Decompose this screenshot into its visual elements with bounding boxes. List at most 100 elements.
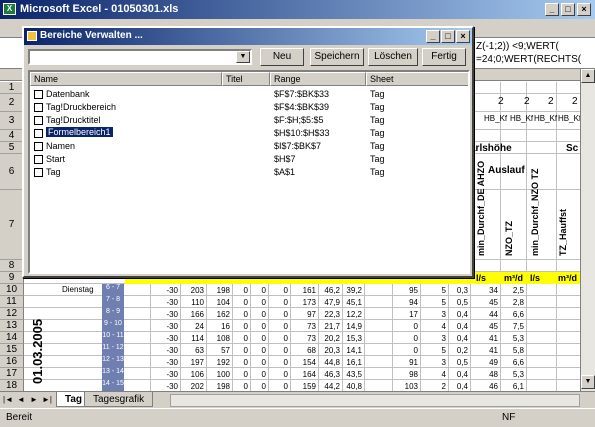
data-cell[interactable]: 95 [394, 286, 418, 295]
data-cell[interactable]: 0 [394, 322, 418, 331]
new-button[interactable]: Neu [260, 48, 304, 66]
data-cell[interactable]: 0,3 [444, 286, 468, 295]
data-cell[interactable]: 106 [180, 370, 204, 379]
row-header[interactable]: 15 [0, 344, 24, 356]
last-sheet-icon[interactable]: ►| [41, 394, 53, 406]
data-cell[interactable]: 98 [394, 370, 418, 379]
data-cell[interactable]: 0,4 [444, 334, 468, 343]
data-cell[interactable]: 5,3 [500, 334, 524, 343]
data-cell[interactable]: 6,6 [500, 310, 524, 319]
row-header[interactable]: 13 [0, 320, 24, 332]
data-cell[interactable]: 0,4 [444, 382, 468, 391]
data-cell[interactable]: 47,9 [316, 298, 340, 307]
row-header[interactable]: 3 [0, 112, 24, 130]
data-cell[interactable]: 45,1 [338, 298, 362, 307]
data-cell[interactable]: 159 [292, 382, 316, 391]
data-cell[interactable]: 0,2 [444, 346, 468, 355]
maximize-icon[interactable]: □ [561, 3, 575, 16]
data-cell[interactable]: -30 [154, 286, 178, 295]
data-cell[interactable]: 34 [474, 286, 498, 295]
data-cell[interactable]: 39,2 [338, 286, 362, 295]
scroll-up-icon[interactable]: ▲ [581, 69, 595, 83]
data-cell[interactable]: 46 [474, 382, 498, 391]
data-cell[interactable]: 154 [292, 358, 316, 367]
data-cell[interactable]: 45 [474, 298, 498, 307]
row-header[interactable]: 6 [0, 154, 24, 190]
data-cell[interactable]: 15,3 [338, 334, 362, 343]
range-dropdown[interactable]: ▼ [28, 49, 252, 65]
list-item[interactable]: Formelbereich1 $H$10:$H$33 Tag [30, 127, 468, 140]
data-cell[interactable]: 5,3 [500, 370, 524, 379]
vertical-scrollbar[interactable]: ▲ ▼ [580, 69, 595, 391]
data-cell[interactable]: 0 [264, 286, 288, 295]
data-cell[interactable]: 110 [180, 298, 204, 307]
data-cell[interactable]: 14,1 [338, 346, 362, 355]
data-cell[interactable]: 91 [394, 358, 418, 367]
data-cell[interactable]: 44,8 [316, 358, 340, 367]
horizontal-scrollbar[interactable] [170, 394, 580, 407]
data-cell[interactable]: 0,4 [444, 322, 468, 331]
minimize-icon[interactable]: _ [545, 3, 559, 16]
close-icon[interactable]: × [577, 3, 591, 16]
data-cell[interactable]: 0 [242, 286, 266, 295]
tab-tagesgrafik[interactable]: Tagesgrafik [84, 392, 154, 407]
done-button[interactable]: Fertig [422, 48, 466, 66]
data-cell[interactable]: 6,6 [500, 358, 524, 367]
data-cell[interactable]: 4 [422, 322, 446, 331]
data-cell[interactable]: 0 [264, 382, 288, 391]
data-cell[interactable]: 43,5 [338, 370, 362, 379]
data-cell[interactable]: -30 [154, 298, 178, 307]
data-cell[interactable]: 3 [422, 334, 446, 343]
col-sheet[interactable]: Sheet [366, 72, 468, 86]
data-cell[interactable]: 0 [264, 298, 288, 307]
data-cell[interactable]: 164 [292, 370, 316, 379]
data-cell[interactable]: 0 [264, 346, 288, 355]
list-item[interactable]: Tag!Drucktitel $F:$H;$5:$5 Tag [30, 114, 468, 127]
data-cell[interactable]: 49 [474, 358, 498, 367]
row-header[interactable]: 9 [0, 272, 24, 284]
data-cell[interactable]: 0 [242, 310, 266, 319]
data-cell[interactable]: 0 [242, 322, 266, 331]
checkbox[interactable] [34, 142, 43, 151]
data-cell[interactable]: 0 [394, 334, 418, 343]
data-cell[interactable]: 24 [180, 322, 204, 331]
save-button[interactable]: Speichern [310, 48, 364, 66]
data-cell[interactable]: 44,2 [316, 382, 340, 391]
list-item[interactable]: Tag $A$1 Tag [30, 166, 468, 179]
data-cell[interactable]: 2,8 [500, 298, 524, 307]
data-cell[interactable]: 203 [180, 286, 204, 295]
checkbox[interactable] [34, 116, 43, 125]
data-cell[interactable]: 16,1 [338, 358, 362, 367]
row-header[interactable]: 10 [0, 284, 24, 296]
chevron-down-icon[interactable]: ▼ [236, 51, 250, 63]
data-cell[interactable]: -30 [154, 382, 178, 391]
data-cell[interactable]: 5 [422, 346, 446, 355]
row-header[interactable]: 16 [0, 356, 24, 368]
dialog-minimize-icon[interactable]: _ [426, 30, 440, 43]
data-cell[interactable]: 63 [180, 346, 204, 355]
data-cell[interactable]: -30 [154, 334, 178, 343]
data-cell[interactable]: 0 [394, 346, 418, 355]
data-cell[interactable]: 0 [264, 322, 288, 331]
data-cell[interactable]: 0 [264, 358, 288, 367]
data-cell[interactable]: 97 [292, 310, 316, 319]
data-cell[interactable]: 17 [394, 310, 418, 319]
ranges-list[interactable]: Name Titel Range Sheet Datenbank $F$7:$BK… [28, 70, 470, 274]
data-cell[interactable]: 2 [422, 382, 446, 391]
data-cell[interactable]: 0 [242, 298, 266, 307]
delete-button[interactable]: Löschen [368, 48, 418, 66]
prev-sheet-icon[interactable]: ◄ [15, 394, 27, 406]
row-header[interactable]: 18 [0, 380, 24, 391]
dialog-maximize-icon[interactable]: □ [441, 30, 455, 43]
first-sheet-icon[interactable]: |◄ [2, 394, 14, 406]
data-cell[interactable]: 114 [180, 334, 204, 343]
data-cell[interactable]: 14,9 [338, 322, 362, 331]
col-range[interactable]: Range [270, 72, 366, 86]
data-cell[interactable]: 103 [394, 382, 418, 391]
data-cell[interactable]: 0 [242, 334, 266, 343]
data-cell[interactable]: -30 [154, 310, 178, 319]
data-cell[interactable]: 6,1 [500, 382, 524, 391]
checkbox[interactable] [34, 129, 43, 138]
list-item[interactable]: Start $H$7 Tag [30, 153, 468, 166]
data-cell[interactable]: 46,2 [316, 286, 340, 295]
